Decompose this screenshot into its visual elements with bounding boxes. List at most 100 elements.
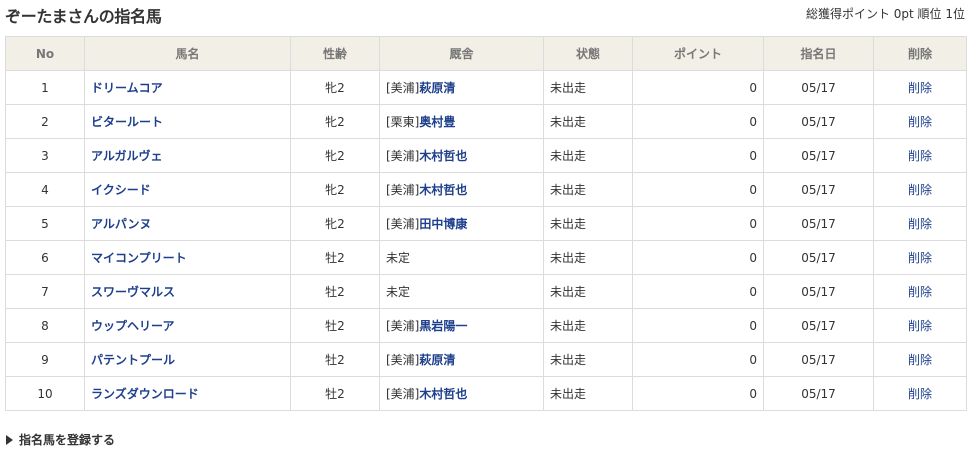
stable-cell: [栗東]奥村豊 [379,104,544,139]
nominated-date: 05/17 [763,70,874,105]
stable-cell: [美浦]木村哲也 [379,138,544,173]
race-status: 未出走 [543,206,633,241]
trainer-link[interactable]: 木村哲也 [419,183,467,197]
delete-cell: 削除 [873,104,967,139]
race-status: 未出走 [543,274,633,309]
header-delete: 削除 [873,36,967,71]
horse-name-link[interactable]: アルガルヴェ [91,149,163,163]
delete-link[interactable]: 削除 [908,353,932,367]
nominated-date: 05/17 [763,172,874,207]
header-horse-name: 馬名 [84,36,291,71]
row-number: 6 [5,240,85,275]
trainer-link[interactable]: 木村哲也 [419,387,467,401]
delete-link[interactable]: 削除 [908,81,932,95]
delete-link[interactable]: 削除 [908,251,932,265]
stable-region: [美浦] [386,149,420,163]
trainer-link[interactable]: 木村哲也 [419,149,467,163]
horse-name-cell: スワーヴマルス [84,274,291,309]
header-no: No [5,36,85,71]
horse-name-link[interactable]: ドリームコア [91,81,163,95]
register-horse-link[interactable]: 指名馬を登録する [6,431,115,448]
horse-name-link[interactable]: ウップヘリーア [91,319,175,333]
stable-region: [美浦] [386,183,420,197]
horse-name-link[interactable]: ランズダウンロード [91,387,199,401]
stable-cell: [美浦]田中博康 [379,206,544,241]
horse-name-cell: イクシード [84,172,291,207]
row-number: 1 [5,70,85,105]
sex-age: 牝2 [290,138,380,173]
trainer-link[interactable]: 萩原清 [419,353,455,367]
delete-link[interactable]: 削除 [908,319,932,333]
nominated-date: 05/17 [763,308,874,343]
horse-name-cell: アルガルヴェ [84,138,291,173]
table-row: 2 ビタールート 牝2 [栗東]奥村豊 未出走 0 05/17 削除 [5,104,967,139]
race-status: 未出走 [543,138,633,173]
table-row: 1 ドリームコア 牝2 [美浦]萩原清 未出走 0 05/17 削除 [5,70,967,105]
header-nominated-date: 指名日 [763,36,874,71]
delete-cell: 削除 [873,308,967,343]
trainer-link[interactable]: 黒岩陽一 [419,319,467,333]
horse-name-link[interactable]: ビタールート [91,115,163,129]
delete-cell: 削除 [873,70,967,105]
stable-cell: 未定 [379,240,544,275]
delete-cell: 削除 [873,172,967,207]
horse-name-cell: ビタールート [84,104,291,139]
points-value: 0 [632,172,764,207]
table-row: 5 アルパンヌ 牝2 [美浦]田中博康 未出走 0 05/17 削除 [5,206,967,241]
row-number: 9 [5,342,85,377]
points-value: 0 [632,342,764,377]
nominated-date: 05/17 [763,240,874,275]
race-status: 未出走 [543,104,633,139]
horse-name-link[interactable]: イクシード [91,183,151,197]
horse-name-link[interactable]: マイコンプリート [91,251,187,265]
table-row: 7 スワーヴマルス 牡2 未定 未出走 0 05/17 削除 [5,274,967,309]
trainer-link[interactable]: 奥村豊 [419,115,455,129]
sex-age: 牝2 [290,70,380,105]
table-row: 9 パテントプール 牡2 [美浦]萩原清 未出走 0 05/17 削除 [5,342,967,377]
points-value: 0 [632,308,764,343]
table-header-row: No 馬名 性齢 厩舎 状態 ポイント 指名日 削除 [5,36,967,71]
points-value: 0 [632,240,764,275]
horse-name-cell: ドリームコア [84,70,291,105]
horse-name-link[interactable]: パテントプール [91,353,175,367]
horse-name-link[interactable]: スワーヴマルス [91,285,175,299]
sex-age: 牡2 [290,342,380,377]
race-status: 未出走 [543,172,633,207]
delete-cell: 削除 [873,342,967,377]
trainer-link[interactable]: 田中博康 [419,217,467,231]
delete-link[interactable]: 削除 [908,387,932,401]
row-number: 5 [5,206,85,241]
trainer-link[interactable]: 萩原清 [419,81,455,95]
race-status: 未出走 [543,376,633,411]
stable-region: [栗東] [386,115,420,129]
delete-cell: 削除 [873,138,967,173]
delete-link[interactable]: 削除 [908,115,932,129]
delete-link[interactable]: 削除 [908,149,932,163]
nominated-date: 05/17 [763,206,874,241]
delete-link[interactable]: 削除 [908,183,932,197]
header-sex-age: 性齢 [290,36,380,71]
sex-age: 牝2 [290,172,380,207]
header-stable: 厩舎 [379,36,544,71]
table-row: 6 マイコンプリート 牡2 未定 未出走 0 05/17 削除 [5,240,967,275]
horse-name-cell: マイコンプリート [84,240,291,275]
delete-cell: 削除 [873,206,967,241]
delete-link[interactable]: 削除 [908,217,932,231]
table-row: 3 アルガルヴェ 牝2 [美浦]木村哲也 未出走 0 05/17 削除 [5,138,967,173]
stable-cell: [美浦]木村哲也 [379,172,544,207]
stable-cell: 未定 [379,274,544,309]
nominated-date: 05/17 [763,138,874,173]
points-value: 0 [632,274,764,309]
register-horse-label: 指名馬を登録する [19,433,116,447]
stable-region: [美浦] [386,319,420,333]
stable-cell: [美浦]木村哲也 [379,376,544,411]
points-value: 0 [632,138,764,173]
row-number: 7 [5,274,85,309]
table-row: 4 イクシード 牝2 [美浦]木村哲也 未出走 0 05/17 削除 [5,172,967,207]
row-number: 8 [5,308,85,343]
stable-cell: [美浦]黒岩陽一 [379,308,544,343]
horse-name-cell: パテントプール [84,342,291,377]
delete-link[interactable]: 削除 [908,285,932,299]
horse-name-link[interactable]: アルパンヌ [91,217,151,231]
sex-age: 牡2 [290,308,380,343]
